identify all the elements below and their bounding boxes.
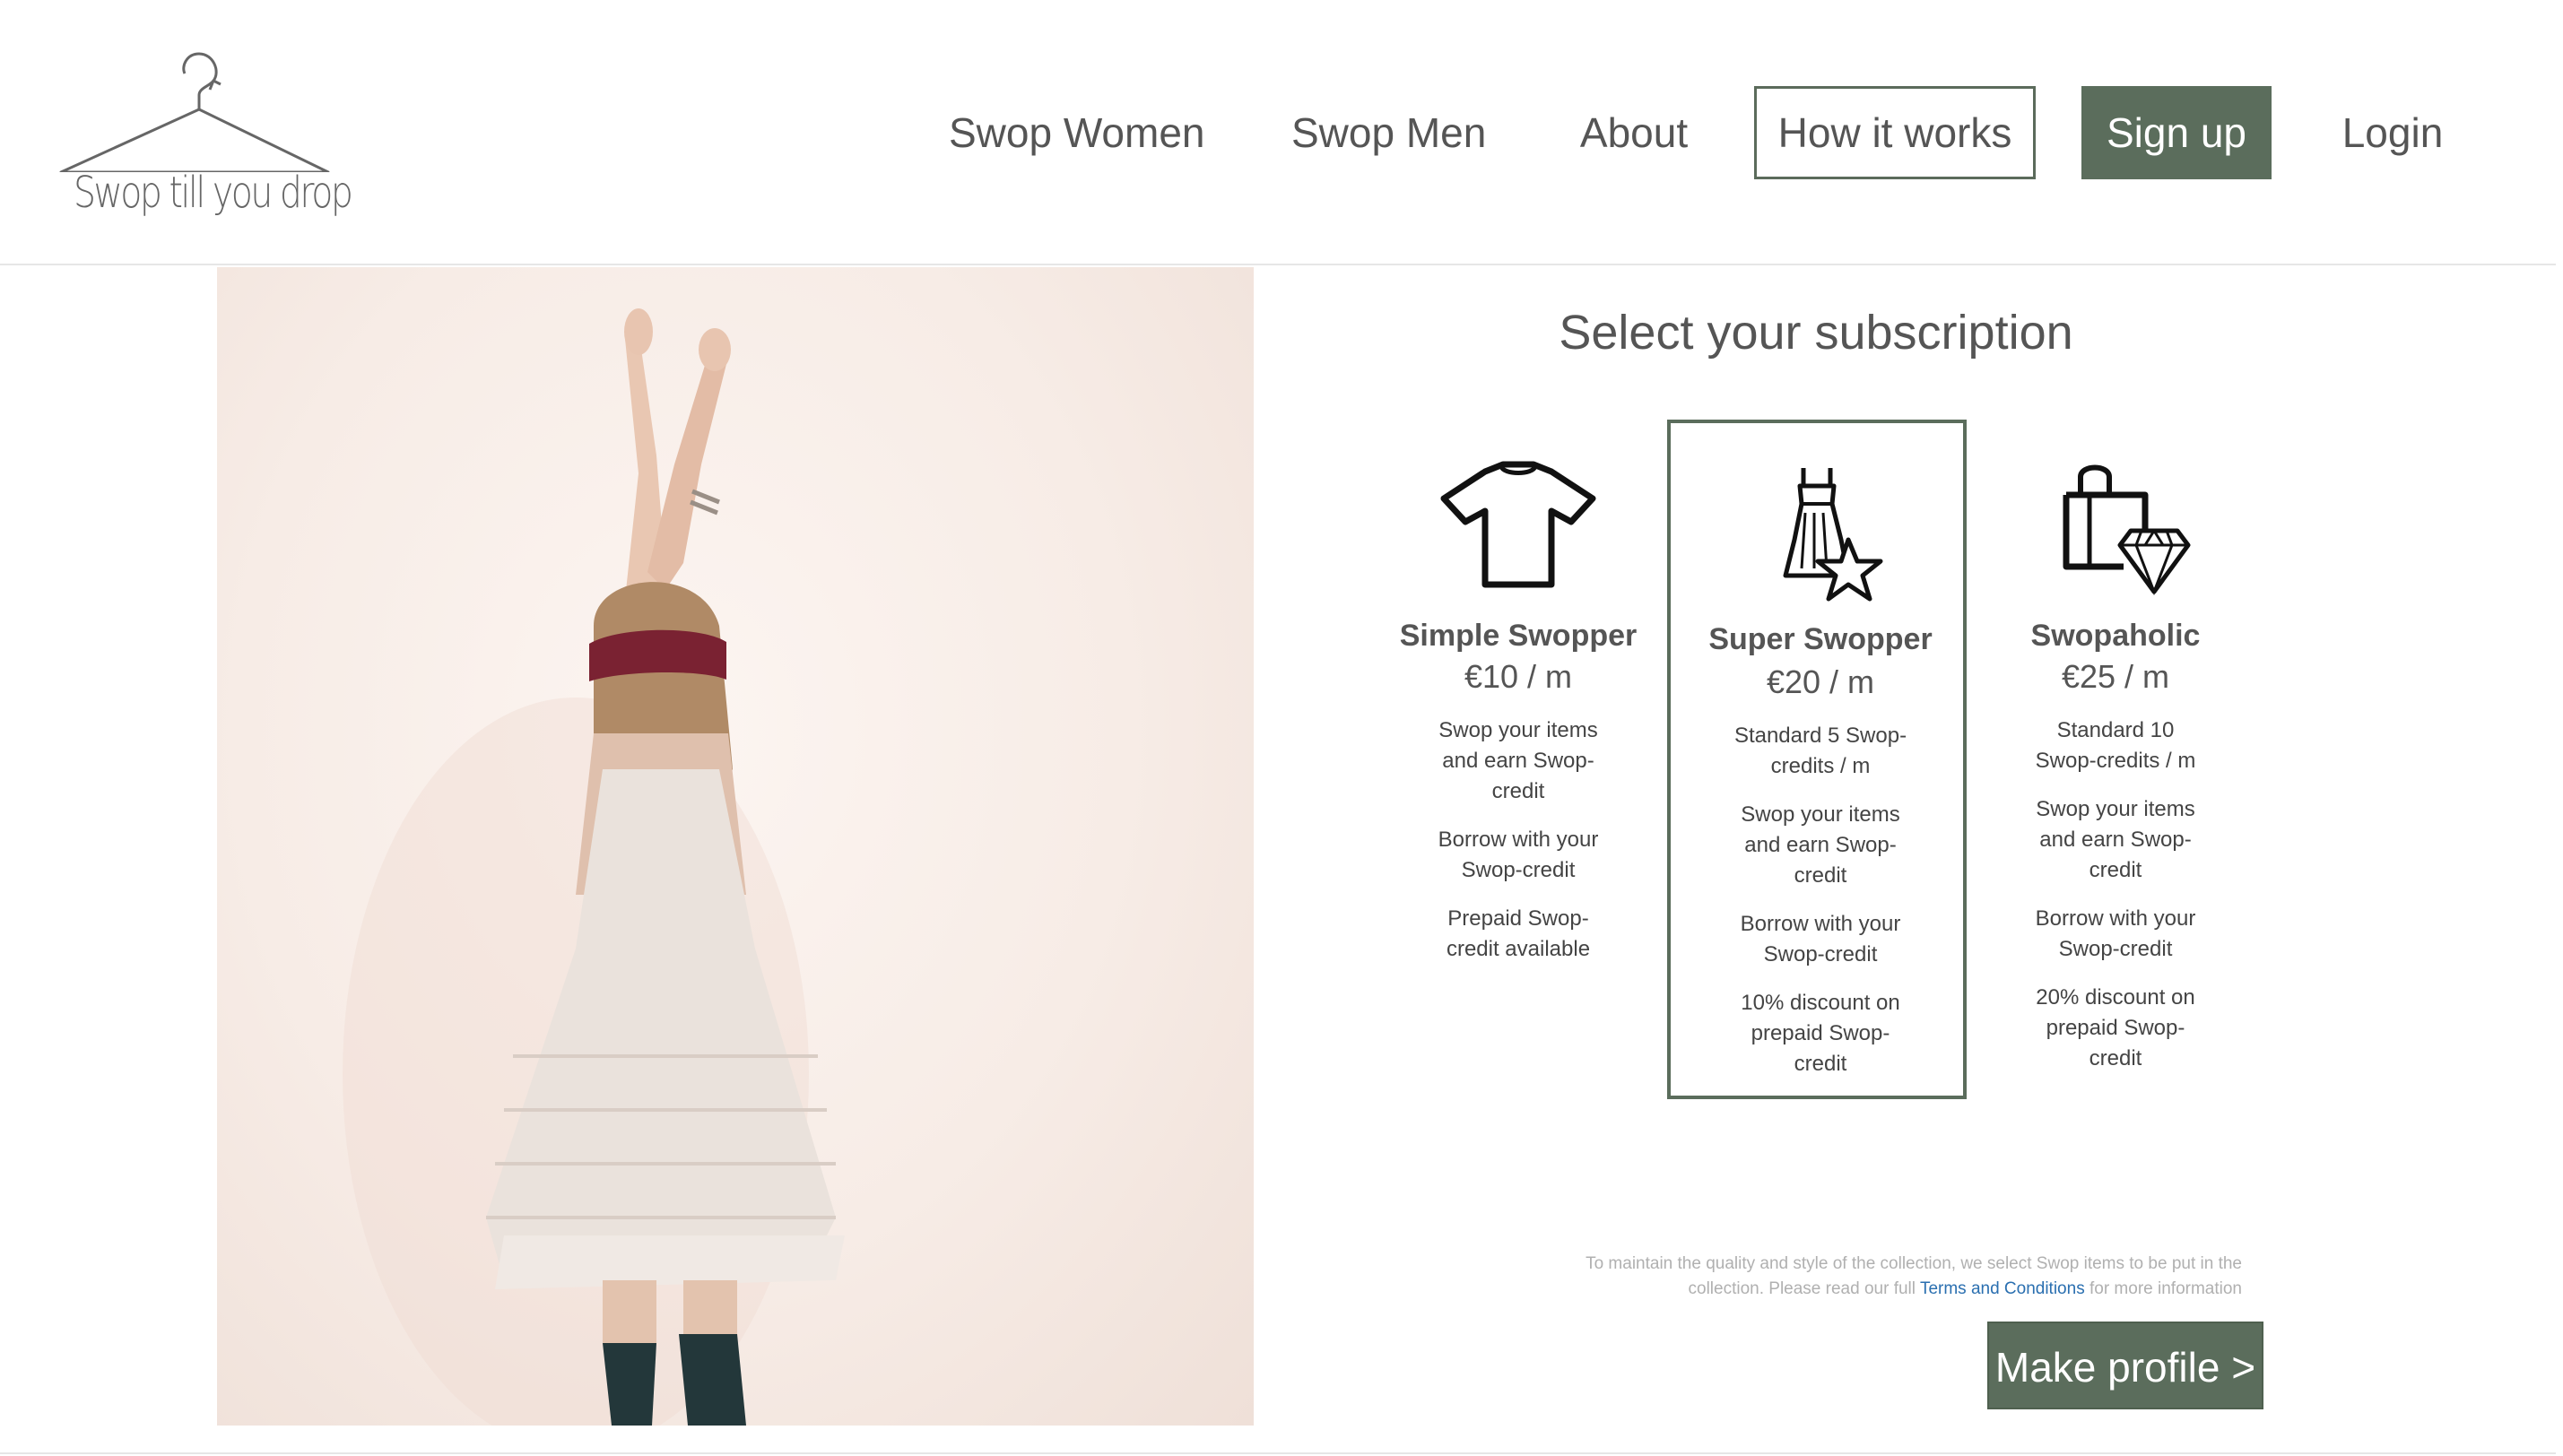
nav-swop-women[interactable]: Swop Women (949, 86, 1205, 179)
plan-features: Swop your items and earn Swop-credit Bor… (1368, 715, 1668, 983)
make-profile-button[interactable]: Make profile > (1987, 1322, 2263, 1409)
plan-feature: Swop your items and earn Swop-credit (1741, 802, 1900, 888)
plan-feature: Borrow with your Swop-credit (1740, 912, 1901, 966)
site-header: Swop till you drop Swop Women Swop Men A… (0, 0, 2556, 265)
plan-price: €10 / m (1464, 658, 1573, 695)
plan-feature: Borrow with your Swop-credit (1438, 828, 1599, 882)
tshirt-icon (1368, 445, 1668, 597)
plan-name: Swopaholic (2030, 619, 2201, 653)
dress-star-icon (1671, 450, 1970, 602)
disclaimer-text-end: for more information (2089, 1279, 2242, 1298)
hero-photo (217, 267, 1254, 1426)
plan-feature: Swop your items and earn Swop-credit (2036, 797, 2195, 882)
nav-how-it-works[interactable]: How it works (1754, 86, 2036, 179)
plan-features: Standard 10 Swop-credits / m Swop your i… (1966, 715, 2265, 1092)
plan-super-swopper[interactable]: Super Swopper €20 / m Standard 5 Swop-cr… (1667, 420, 1967, 1099)
plan-price: €20 / m (1766, 663, 1875, 700)
plan-features: Standard 5 Swop-credits / m Swop your it… (1671, 721, 1970, 1097)
plan-feature: 10% discount on prepaid Swop-credit (1741, 991, 1900, 1076)
main-nav: Swop Women Swop Men About How it works S… (0, 86, 2563, 185)
subscription-title: Select your subscription (1559, 306, 2073, 360)
plan-name: Simple Swopper (1399, 619, 1638, 653)
plan-swopaholic[interactable]: Swopaholic €25 / m Standard 10 Swop-cred… (1966, 420, 2265, 1099)
plan-feature: Prepaid Swop-credit available (1446, 906, 1591, 961)
nav-swop-men[interactable]: Swop Men (1291, 86, 1486, 179)
plan-feature: Standard 5 Swop-credits / m (1733, 724, 1907, 778)
plan-simple-swopper[interactable]: Simple Swopper €10 / m Swop your items a… (1368, 420, 1668, 1099)
plan-feature: Borrow with your Swop-credit (2035, 906, 2196, 961)
footer-divider (0, 1452, 2556, 1454)
bag-diamond-icon (1966, 445, 2265, 597)
plan-feature: Swop your items and earn Swop-credit (1438, 718, 1598, 803)
login-link[interactable]: Login (2341, 86, 2445, 179)
sign-up-button[interactable]: Sign up (2081, 86, 2272, 179)
plan-name: Super Swopper (1708, 622, 1933, 656)
plan-feature: 20% discount on prepaid Swop-credit (2036, 985, 2195, 1070)
terms-link[interactable]: Terms and Conditions (1920, 1279, 2085, 1298)
plan-feature: Standard 10 Swop-credits / m (2035, 718, 2196, 773)
plan-price: €25 / m (2061, 658, 2170, 695)
nav-about[interactable]: About (1578, 86, 1690, 179)
terms-disclaimer: To maintain the quality and style of the… (1551, 1252, 2242, 1302)
